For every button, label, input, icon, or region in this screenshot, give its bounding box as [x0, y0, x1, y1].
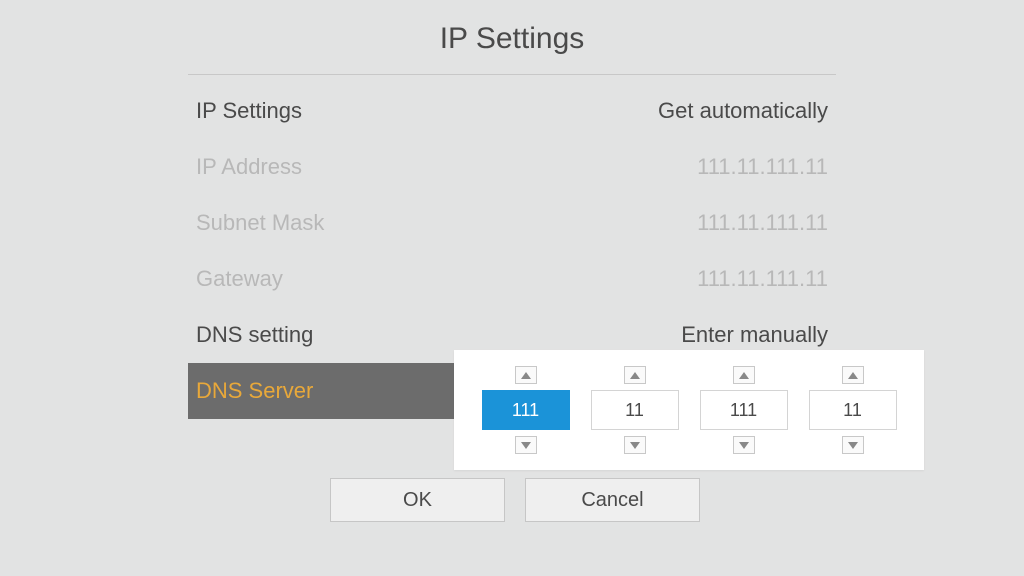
octet-2-value[interactable]: 11 — [591, 390, 679, 430]
octet-3-down-button[interactable] — [733, 436, 755, 454]
value-ip-address: 111.11.111.11 — [697, 154, 828, 180]
row-ip-settings[interactable]: IP Settings Get automatically — [188, 83, 836, 139]
value-gateway: 111.11.111.11 — [697, 266, 828, 292]
value-ip-settings: Get automatically — [658, 98, 828, 124]
row-gateway: Gateway 111.11.111.11 — [188, 251, 836, 307]
divider — [188, 74, 836, 75]
label-gateway: Gateway — [196, 266, 283, 292]
ok-button[interactable]: OK — [330, 478, 505, 522]
cancel-button[interactable]: Cancel — [525, 478, 700, 522]
octet-4-down-button[interactable] — [842, 436, 864, 454]
chevron-up-icon — [848, 372, 858, 379]
label-ip-settings: IP Settings — [196, 98, 302, 124]
row-subnet-mask: Subnet Mask 111.11.111.11 — [188, 195, 836, 251]
octet-4-value[interactable]: 11 — [809, 390, 897, 430]
chevron-down-icon — [630, 442, 640, 449]
octet-4-up-button[interactable] — [842, 366, 864, 384]
label-subnet-mask: Subnet Mask — [196, 210, 324, 236]
stepper-down-row — [474, 436, 904, 454]
label-ip-address: IP Address — [196, 154, 302, 180]
octet-3-value[interactable]: 111 — [700, 390, 788, 430]
octet-1-up-button[interactable] — [515, 366, 537, 384]
label-dns-server: DNS Server — [196, 378, 313, 404]
octet-2-down-button[interactable] — [624, 436, 646, 454]
dialog-buttons: OK Cancel — [330, 478, 700, 522]
stepper-up-row — [474, 366, 904, 384]
chevron-up-icon — [739, 372, 749, 379]
chevron-down-icon — [848, 442, 858, 449]
value-dns-setting: Enter manually — [681, 322, 828, 348]
page-title: IP Settings — [440, 22, 585, 56]
chevron-down-icon — [521, 442, 531, 449]
stepper-values-row: 111 11 111 11 — [474, 390, 904, 430]
octet-1-value[interactable]: 111 — [482, 390, 570, 430]
chevron-down-icon — [739, 442, 749, 449]
chevron-up-icon — [521, 372, 531, 379]
label-dns-setting: DNS setting — [196, 322, 313, 348]
row-ip-address: IP Address 111.11.111.11 — [188, 139, 836, 195]
value-subnet-mask: 111.11.111.11 — [697, 210, 828, 236]
octet-3-up-button[interactable] — [733, 366, 755, 384]
octet-1-down-button[interactable] — [515, 436, 537, 454]
dns-stepper-panel: 111 11 111 11 — [454, 350, 924, 470]
chevron-up-icon — [630, 372, 640, 379]
octet-2-up-button[interactable] — [624, 366, 646, 384]
